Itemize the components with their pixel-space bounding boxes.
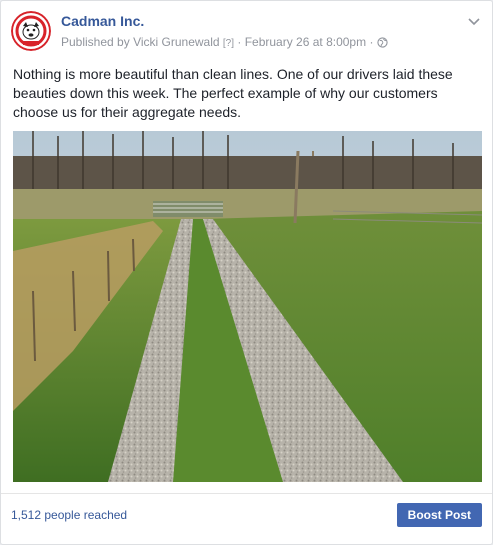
page-name-link[interactable]: Cadman Inc.	[61, 13, 144, 29]
meta-separator: ·	[237, 35, 242, 49]
post-meta: Published by Vicki Grunewald [?] · Febru…	[61, 35, 388, 51]
chevron-down-icon[interactable]	[466, 13, 482, 29]
page-avatar[interactable]	[11, 11, 51, 51]
post-photo[interactable]	[13, 131, 482, 482]
cadman-logo-icon	[11, 11, 51, 51]
photo-gravel-driveway	[13, 131, 482, 482]
footer-divider	[1, 493, 492, 494]
post-header: Cadman Inc. Published by Vicki Grunewald…	[11, 11, 482, 55]
help-marker[interactable]: [?]	[223, 38, 234, 49]
post-timestamp[interactable]: February 26 at 8:00pm	[245, 35, 366, 49]
published-by-label: Published by	[61, 35, 130, 49]
globe-icon[interactable]	[377, 37, 388, 51]
post-card: Cadman Inc. Published by Vicki Grunewald…	[0, 0, 493, 545]
meta-separator-2: ·	[369, 35, 374, 49]
boost-post-button[interactable]: Boost Post	[396, 503, 482, 527]
reach-stat-link[interactable]: 1,512 people reached	[11, 508, 127, 522]
post-message: Nothing is more beautiful than clean lin…	[13, 66, 453, 120]
author-name[interactable]: Vicki Grunewald	[133, 35, 219, 49]
